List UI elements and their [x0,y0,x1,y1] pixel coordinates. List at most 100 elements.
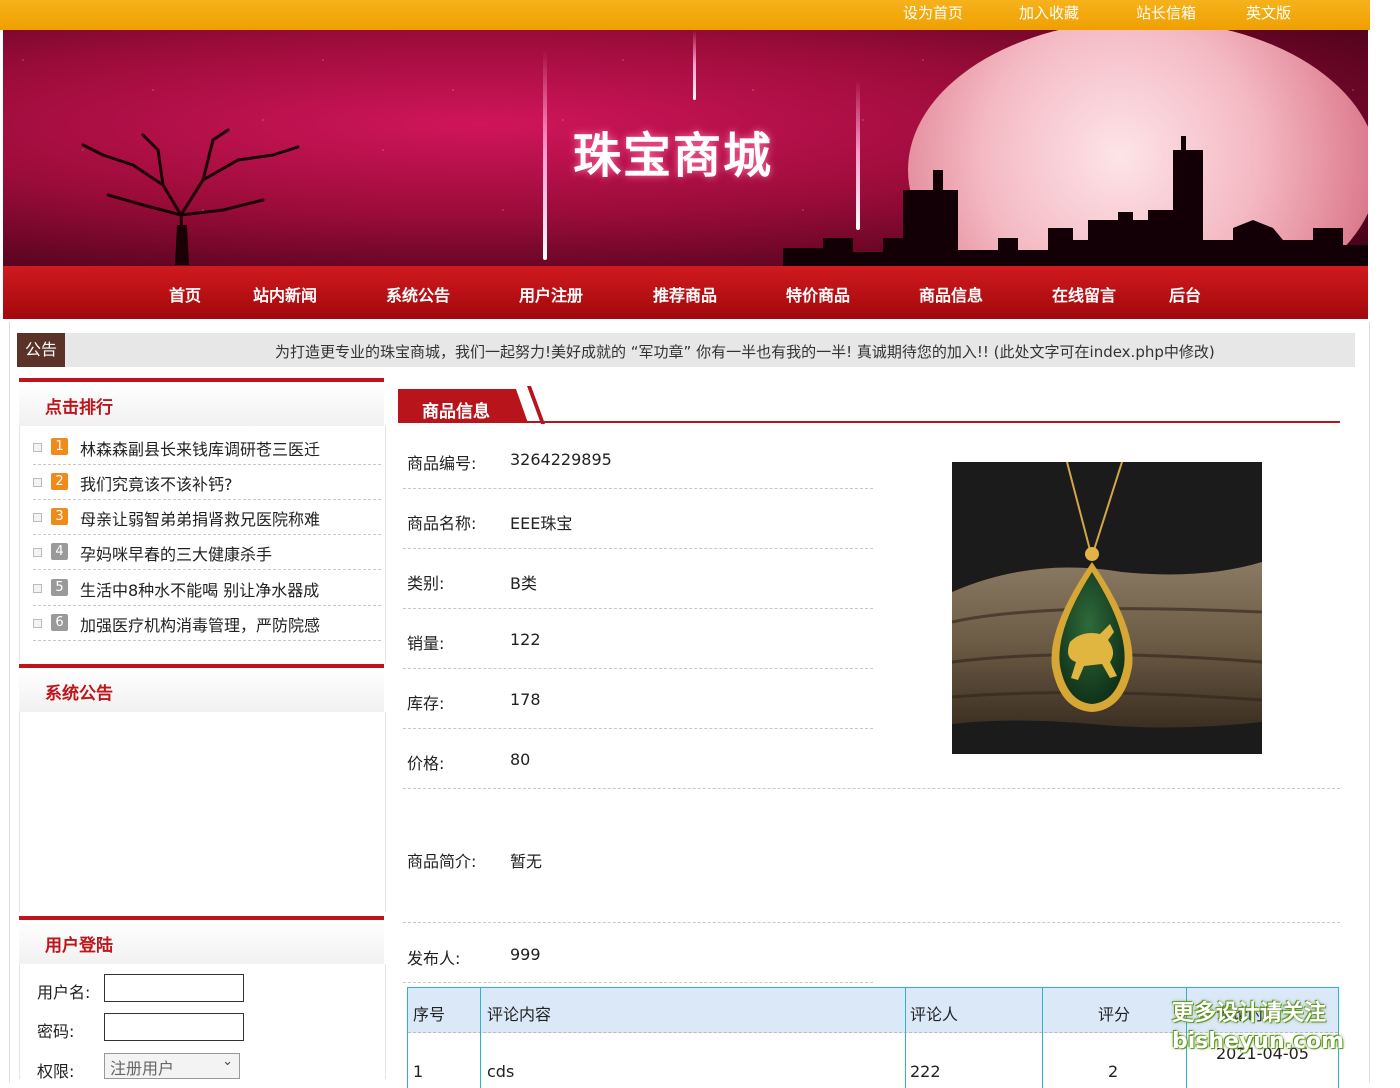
product-intro-value: 暂无 [510,852,543,871]
nav-user-register[interactable]: 用户注册 [519,282,583,306]
header-content: 评论内容 [487,1005,552,1024]
rank-badge: 4 [51,543,68,560]
header-score: 评分 [1098,1005,1131,1024]
product-category-value: B类 [510,574,537,593]
tree-silhouette [81,128,300,265]
cell-author: 222 [910,1062,941,1081]
row-divider [403,548,873,549]
bullet-icon [33,513,42,522]
meteor-graphic [693,30,696,100]
nav-recommended[interactable]: 推荐商品 [653,282,717,306]
watermark-line2: bisheyun.com [1172,1029,1345,1054]
bullet-icon [33,443,42,452]
notice-bar: 公告 为打造更专业的珠宝商城，我们一起努力!美好成就的 “军功章” 你有一半也有… [17,333,1355,367]
password-input[interactable] [104,1013,244,1041]
product-stock-label: 库存: [407,694,445,713]
ranking-panel-header: 点击排行 [19,378,384,426]
column-divider [905,988,906,1088]
product-id-value: 3264229895 [510,450,612,469]
header-index: 序号 [413,1005,446,1024]
product-intro-label: 商品简介: [407,852,477,871]
rank-badge: 2 [51,473,68,490]
username-input[interactable] [104,974,244,1002]
bullet-icon [33,478,42,487]
site-title: 珠宝商城 [572,128,773,184]
rank-link[interactable]: 林森森副县长来钱库调研苍三医迁 [80,436,320,460]
rank-link[interactable]: 孕妈咪早春的三大健康杀手 [80,541,272,565]
row-divider [403,608,873,609]
nav-guestbook[interactable]: 在线留言 [1052,282,1116,306]
rank-link[interactable]: 加强医疗机构消毒管理，严防院感 [80,612,320,636]
bullet-icon [33,619,42,628]
product-id-label: 商品编号: [407,454,477,473]
product-price-label: 价格: [407,754,445,773]
rank-badge: 5 [51,579,68,596]
row-divider [403,922,1340,923]
nav-site-news[interactable]: 站内新闻 [253,282,317,306]
product-category-label: 类别: [407,574,445,593]
jade-pendant-image [952,462,1262,754]
notice-tag: 公告 [17,333,65,367]
banner: 珠宝商城 [3,30,1368,266]
product-sales-value: 122 [510,630,541,649]
bullet-icon [33,584,42,593]
webmaster-mail-link[interactable]: 站长信箱 [1136,2,1196,23]
product-image[interactable] [952,462,1262,754]
product-section-tab: 商品信息 [398,389,528,423]
product-publisher-label: 发布人: [407,949,461,968]
product-price-value: 80 [510,750,531,769]
watermark: 更多设计请关注 bisheyun.com [1172,1000,1345,1056]
english-version-link[interactable]: 英文版 [1246,2,1291,23]
role-select[interactable]: 注册用户 ⌄ [104,1053,240,1079]
list-item[interactable]: 4 孕妈咪早春的三大健康杀手 [33,535,381,570]
product-name-label: 商品名称: [407,514,477,533]
nav-admin[interactable]: 后台 [1169,282,1201,306]
rank-link[interactable]: 生活中8种水不能喝 别让净水器成 [80,577,319,601]
rank-badge: 6 [51,614,68,631]
product-sales-label: 销量: [407,634,445,653]
product-publisher-value: 999 [510,945,541,964]
cell-content: cds [487,1062,515,1081]
announcement-panel [19,712,386,912]
rank-link[interactable]: 我们究竟该不该补钙? [80,471,233,495]
row-divider [403,982,873,983]
announcement-panel-header: 系统公告 [19,664,384,712]
rank-badge: 1 [51,438,68,455]
product-name-value: EEE珠宝 [510,514,573,533]
login-title: 用户登陆 [45,936,113,956]
username-label: 用户名: [37,983,91,1002]
top-bar: 设为首页 加入收藏 站长信箱 英文版 [0,0,1370,30]
list-item[interactable]: 1 林森森副县长来钱库调研苍三医迁 [33,430,381,465]
product-section-underline [398,421,1340,423]
list-item[interactable]: 3 母亲让弱智弟弟捐肾救兄医院称难 [33,500,381,535]
column-divider [480,988,481,1088]
password-label: 密码: [37,1022,75,1041]
notice-text: 为打造更专业的珠宝商城，我们一起努力!美好成就的 “军功章” 你有一半也有我的一… [275,343,1215,361]
main-nav: 首页 站内新闻 系统公告 用户注册 推荐商品 特价商品 商品信息 在线留言 后台 [3,266,1368,319]
login-panel-header: 用户登陆 [19,916,384,964]
row-divider [403,488,873,489]
row-divider [403,668,873,669]
product-section-title: 商品信息 [422,402,490,422]
row-divider [403,728,873,729]
nav-special-offer[interactable]: 特价商品 [786,282,850,306]
page: 设为首页 加入收藏 站长信箱 英文版 珠宝商城 首页 站内新闻 系统公告 用户注… [0,0,1370,1088]
watermark-line1: 更多设计请关注 [1172,1001,1327,1026]
header-author: 评论人 [910,1005,959,1024]
list-item[interactable]: 6 加强医疗机构消毒管理，严防院感 [33,606,381,641]
cell-score: 2 [1108,1062,1119,1081]
nav-home[interactable]: 首页 [169,282,201,306]
list-item[interactable]: 2 我们究竟该不该补钙? [33,465,381,500]
role-label: 权限: [37,1062,75,1081]
cell-index: 1 [413,1062,424,1081]
chevron-down-icon: ⌄ [222,1054,233,1069]
row-divider [403,788,1340,789]
nav-product-info[interactable]: 商品信息 [919,282,983,306]
rank-link[interactable]: 母亲让弱智弟弟捐肾救兄医院称难 [80,506,320,530]
ranking-title: 点击排行 [45,398,113,418]
add-favorite-link[interactable]: 加入收藏 [1019,2,1079,23]
rank-badge: 3 [51,508,68,525]
list-item[interactable]: 5 生活中8种水不能喝 别让净水器成 [33,571,381,606]
set-homepage-link[interactable]: 设为首页 [903,2,963,23]
nav-system-notice[interactable]: 系统公告 [386,282,450,306]
